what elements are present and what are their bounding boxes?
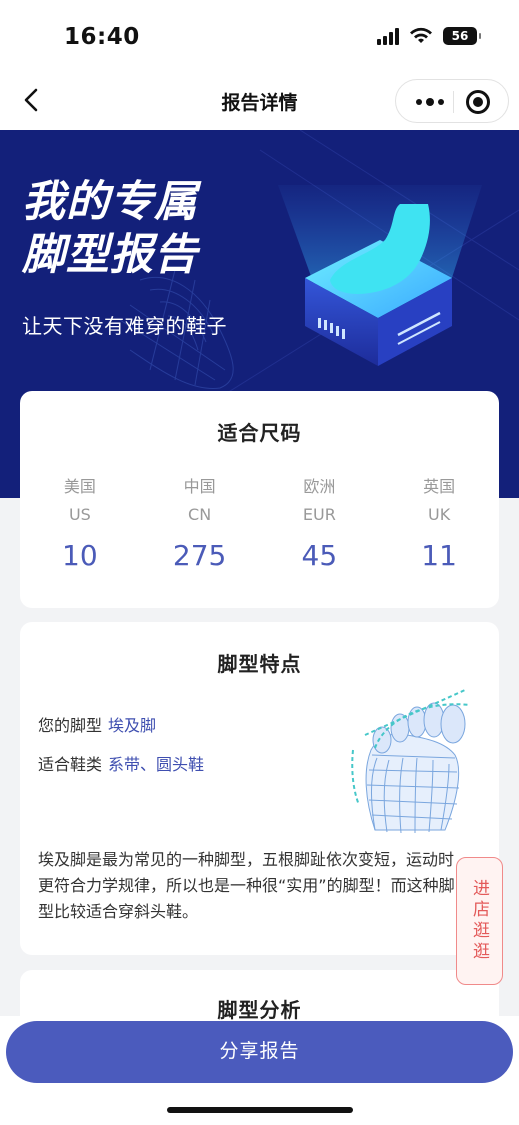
status-time: 16:40	[64, 24, 140, 50]
banner-title: 我的专属 脚型报告	[22, 176, 198, 282]
share-report-button[interactable]: 分享报告	[6, 1021, 513, 1083]
size-us: 美国 US 10	[20, 473, 140, 572]
size-value: 275	[172, 539, 227, 572]
shoe-type-row: 适合鞋类 系带、圆头鞋	[38, 751, 204, 775]
status-icons: 56	[377, 27, 481, 45]
size-value: 10	[62, 539, 98, 572]
feature-card-title: 脚型特点	[201, 648, 318, 677]
size-code: CN	[188, 505, 212, 524]
size-cn: 中国 CN 275	[140, 473, 260, 572]
more-icon[interactable]	[416, 98, 444, 106]
status-bar: 16:40 56	[0, 0, 519, 72]
size-list: 美国 US 10 中国 CN 275 欧洲 EUR 45 英国 UK 11	[20, 473, 499, 572]
foot-feature-card: 脚型特点 您的脚型 埃及脚 适合鞋类 系带、圆头鞋 埃及脚是最为常见的一种脚型，…	[20, 622, 499, 955]
shoe-type-label: 适合鞋类	[38, 755, 103, 774]
mini-program-capsule	[395, 79, 509, 123]
banner-title-line1: 我的专属	[22, 177, 198, 227]
foot-wireframe-illustration	[351, 689, 471, 834]
foot-type-value: 埃及脚	[108, 716, 157, 735]
foot-type-row: 您的脚型 埃及脚	[38, 712, 156, 736]
home-indicator	[167, 1107, 353, 1113]
capsule-divider	[453, 91, 454, 113]
size-eur: 欧洲 EUR 45	[260, 473, 380, 572]
size-code: UK	[428, 505, 451, 524]
size-region: 美国	[63, 477, 96, 496]
shoe-type-value: 系带、圆头鞋	[108, 755, 205, 774]
wifi-icon	[410, 27, 432, 43]
size-region: 欧洲	[303, 477, 336, 496]
signal-icon	[377, 27, 399, 45]
analysis-card-title: 脚型分析	[201, 994, 318, 1023]
battery-icon: 56	[443, 27, 481, 45]
nav-bar: 报告详情	[0, 72, 519, 130]
size-region: 中国	[183, 477, 216, 496]
size-region: 英国	[423, 477, 456, 496]
size-value: 45	[301, 539, 338, 572]
size-uk: 英国 UK 11	[379, 473, 499, 572]
size-card: 适合尺码 美国 US 10 中国 CN 275 欧洲 EUR 45 英国 UK …	[20, 391, 499, 608]
close-target-icon[interactable]	[466, 90, 490, 114]
size-value: 11	[421, 539, 457, 572]
foot-type-label: 您的脚型	[38, 716, 103, 735]
foot-type-description: 埃及脚是最为常见的一种脚型，五根脚趾依次变短，运动时更符合力学规律，所以也是一种…	[38, 850, 455, 921]
size-code: EUR	[302, 505, 336, 524]
visit-store-button[interactable]: 进店逛逛	[456, 857, 503, 985]
banner-subtitle: 让天下没有难穿的鞋子	[22, 314, 227, 338]
size-code: US	[68, 505, 91, 524]
page: 16:40 56 报告详情 我的专属 脚型报告 让天下没有难穿的鞋子 适合尺码 …	[0, 0, 519, 1125]
banner-title-line2: 脚型报告	[22, 230, 198, 280]
size-card-title: 适合尺码	[201, 417, 318, 446]
